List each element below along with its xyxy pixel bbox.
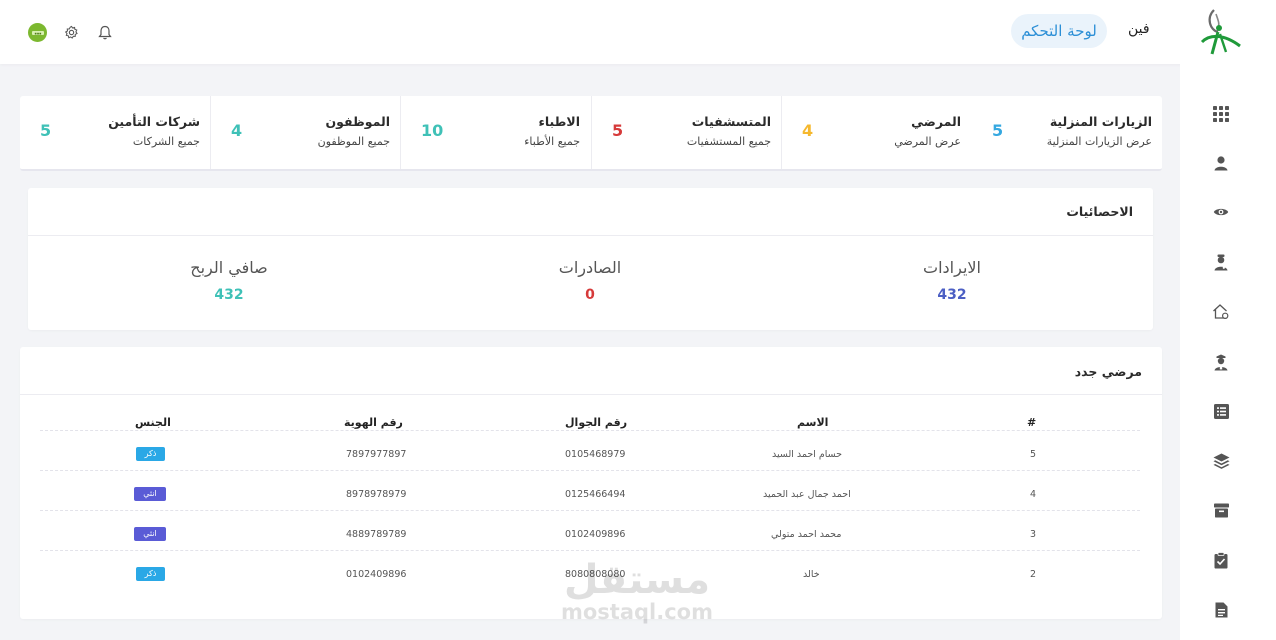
patient-id: 8978978979: [346, 489, 407, 500]
top-bar: فين لوحة التحكم ▪▪▪: [0, 0, 1276, 64]
card-header: الاحصائيات: [28, 188, 1153, 236]
row-number: 2: [1030, 569, 1037, 580]
grid-icon[interactable]: [1210, 103, 1232, 125]
patient-name: محمد احمد متولي: [771, 529, 842, 540]
profit-label: صافي الربح: [190, 258, 268, 277]
stat-value: 5: [612, 121, 624, 140]
stat-value: 4: [231, 121, 243, 140]
stat-title: الاطباء: [538, 114, 580, 129]
gender-badge: انثي: [134, 527, 166, 541]
profit-value: 432: [214, 287, 244, 303]
stat-title: شركات التأمين: [108, 114, 200, 129]
stat-value: 4: [802, 121, 814, 140]
column-header-number: #: [1027, 416, 1037, 429]
gender-badge: انثي: [134, 487, 166, 501]
stat-subtitle: جميع الشركات: [132, 135, 200, 148]
stat-value: 5: [40, 121, 52, 140]
expenses-value: 0: [585, 287, 595, 303]
stat-subtitle: جميع المستشفيات: [686, 135, 771, 148]
layers-icon[interactable]: [1210, 450, 1232, 472]
patient-phone: 0125466494: [565, 489, 626, 500]
row-number: 5: [1030, 449, 1037, 460]
user-icon[interactable]: [1210, 152, 1232, 174]
patient-name: حسام احمد السيد: [772, 449, 843, 460]
stat-title: الزيارات المنزلية: [1049, 114, 1152, 129]
watermark-latin: mostaql.com: [561, 600, 713, 624]
list-icon[interactable]: [1210, 400, 1232, 422]
gear-icon[interactable]: [62, 23, 80, 41]
row-number: 3: [1030, 529, 1037, 540]
gender-badge: ذكر: [136, 567, 165, 581]
stat-subtitle: عرض المرضي: [894, 135, 961, 148]
stat-hospitals[interactable]: المتسشفيات جميع المستشفيات 5: [591, 96, 781, 169]
revenue-value: 432: [937, 287, 967, 303]
stat-title: المتسشفيات: [691, 114, 771, 129]
gender-badge: ذكر: [136, 447, 165, 461]
archive-icon[interactable]: [1210, 499, 1232, 521]
column-header-phone: رقم الجوال: [565, 416, 628, 429]
row-divider: [40, 510, 1140, 511]
stat-doctors[interactable]: الاطباء جميع الأطباء 10: [400, 96, 590, 169]
row-divider: [40, 550, 1140, 551]
row-number: 4: [1030, 489, 1037, 500]
revenue-label: الايرادات: [923, 258, 981, 277]
brand-name: فين: [1128, 21, 1150, 37]
profit-metric: صافي الربح 432: [129, 258, 329, 303]
dashboard-tab[interactable]: لوحة التحكم: [1011, 14, 1107, 48]
watermark: مستقل mostaql.com: [557, 560, 717, 630]
expenses-metric: الصادرات 0: [490, 258, 690, 303]
avatar-icon[interactable]: ▪▪▪: [28, 23, 47, 42]
bell-icon[interactable]: [96, 23, 114, 41]
row-divider: [40, 430, 1140, 431]
home-icon[interactable]: [1210, 300, 1232, 322]
eye-icon[interactable]: [1210, 201, 1232, 223]
stat-insurance[interactable]: شركات التأمين جميع الشركات 5: [20, 96, 210, 169]
doctor-icon[interactable]: [1210, 251, 1232, 273]
card-header: مرضي جدد: [20, 347, 1162, 395]
stat-subtitle: جميع الأطباء: [524, 135, 580, 148]
patient-phone: 0102409896: [565, 529, 626, 540]
statistics-card: الاحصائيات الايرادات 432 الصادرات 0 صافي…: [28, 188, 1153, 330]
svg-text:▪▪▪: ▪▪▪: [34, 31, 41, 35]
column-header-name: الاسم: [797, 416, 829, 429]
column-header-id: رقم الهوية: [344, 416, 403, 429]
patient-id: 0102409896: [346, 569, 407, 580]
watermark-arabic: مستقل: [563, 557, 711, 603]
patient-name: خالد: [803, 569, 820, 580]
stats-strip: الزيارات المنزلية عرض الزيارات المنزلية …: [20, 96, 1162, 171]
new-patients-title: مرضي جدد: [1074, 364, 1142, 379]
stat-home-visits[interactable]: الزيارات المنزلية عرض الزيارات المنزلية …: [972, 96, 1162, 169]
patient-phone: 0105468979: [565, 449, 626, 460]
stat-value: 5: [992, 121, 1004, 140]
patient-id: 4889789789: [346, 529, 407, 540]
expenses-label: الصادرات: [558, 258, 622, 277]
stat-subtitle: جميع الموظفون: [317, 135, 390, 148]
stat-subtitle: عرض الزيارات المنزلية: [1046, 135, 1152, 148]
clipboard-check-icon[interactable]: [1210, 549, 1232, 571]
logo[interactable]: [1196, 4, 1246, 60]
stat-patients[interactable]: المرضي عرض المرضي 4: [781, 96, 971, 169]
stat-title: المرضي: [911, 114, 961, 129]
stat-value: 10: [421, 121, 444, 140]
nurse-icon[interactable]: [1210, 351, 1232, 373]
row-divider: [40, 470, 1140, 471]
stat-title: الموظفون: [325, 114, 390, 129]
document-icon[interactable]: [1210, 599, 1232, 621]
patient-id: 7897977897: [346, 449, 407, 460]
stat-employees[interactable]: الموظفون جميع الموظفون 4: [210, 96, 400, 169]
column-header-gender: الجنس: [135, 416, 171, 429]
patient-name: احمد جمال عبد الحميد: [763, 489, 851, 500]
revenue-metric: الايرادات 432: [852, 258, 1052, 303]
statistics-title: الاحصائيات: [1066, 204, 1133, 219]
